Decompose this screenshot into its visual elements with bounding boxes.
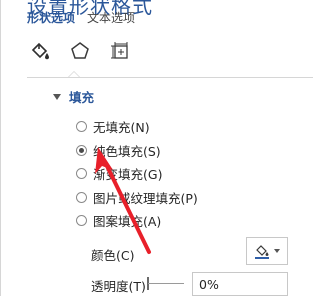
fill-option-label: 图片或纹理填充(P) xyxy=(93,190,198,206)
radio-button-checked[interactable] xyxy=(76,144,87,156)
fill-section-header[interactable]: 填充 xyxy=(53,87,94,106)
fill-option-label: 渐变填充(G) xyxy=(93,167,163,183)
tab-shape-options[interactable]: 形状选项 xyxy=(27,9,75,28)
color-picker-button[interactable] xyxy=(246,237,288,265)
fill-section-title: 填充 xyxy=(69,90,95,105)
fill-option-solid[interactable]: 纯色填充(S) xyxy=(76,139,198,163)
fill-option-pattern[interactable]: 图案填充(A) xyxy=(76,209,198,233)
size-properties-icon[interactable] xyxy=(107,38,133,64)
fill-option-gradient[interactable]: 渐变填充(G) xyxy=(76,162,198,186)
fill-bucket-icon[interactable] xyxy=(27,38,53,64)
chevron-down-icon xyxy=(274,249,280,253)
option-tabs: 形状选项 文本选项 xyxy=(27,9,135,28)
fill-option-label: 无填充(N) xyxy=(93,120,150,136)
pentagon-icon[interactable] xyxy=(67,38,93,64)
fill-option-picture[interactable]: 图片或纹理填充(P) xyxy=(76,186,198,210)
radio-button[interactable] xyxy=(76,168,87,180)
radio-button[interactable] xyxy=(76,191,87,203)
category-icon-row xyxy=(27,38,133,64)
transparency-label: 透明度(T) xyxy=(91,279,146,294)
collapse-triangle-icon[interactable] xyxy=(53,93,61,100)
color-label: 颜色(C) xyxy=(91,248,135,263)
fill-option-label: 图案填充(A) xyxy=(93,214,162,230)
radio-button[interactable] xyxy=(76,215,87,227)
fill-option-none[interactable]: 无填充(N) xyxy=(76,115,198,139)
transparency-slider[interactable] xyxy=(148,283,184,284)
radio-button[interactable] xyxy=(76,121,87,133)
format-shape-pane: 设置形状格式 形状选项 文本选项 填充 无填充(N) 纯色填充(S) 渐变填充(… xyxy=(0,0,313,296)
fill-color-icon xyxy=(255,245,269,259)
tab-text-options[interactable]: 文本选项 xyxy=(87,9,135,28)
divider xyxy=(27,77,313,78)
fill-options-group: 无填充(N) 纯色填充(S) 渐变填充(G) 图片或纹理填充(P) 图案填充(A… xyxy=(76,115,198,233)
fill-option-label: 纯色填充(S) xyxy=(93,143,161,159)
transparency-input[interactable]: 0% xyxy=(192,272,288,296)
